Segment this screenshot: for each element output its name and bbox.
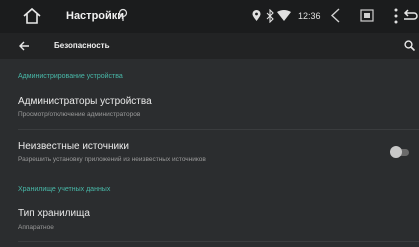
toolbar: Безопасность <box>0 33 419 59</box>
item-title: Неизвестные источники <box>18 141 130 152</box>
pin-icon <box>118 8 128 22</box>
home-icon[interactable] <box>22 7 42 25</box>
section-header-credential-storage: Хранилище учетных данных <box>18 186 111 193</box>
item-title: Тип хранилища <box>18 208 90 219</box>
divider <box>18 241 419 242</box>
item-subtitle: Просмотр/отключение администраторов <box>18 111 141 118</box>
arrow-back-icon[interactable] <box>18 40 30 52</box>
status-bar: Настройки 12:36 <box>0 0 419 33</box>
window-icon[interactable] <box>360 9 374 22</box>
location-icon <box>252 10 261 22</box>
more-vert-icon[interactable] <box>394 8 398 24</box>
app-title: Настройки <box>66 10 125 22</box>
divider <box>18 129 419 130</box>
back-arrow-icon[interactable] <box>402 8 418 24</box>
page-title: Безопасность <box>54 41 110 50</box>
item-subtitle: Аппаратное <box>18 224 54 231</box>
clock: 12:36 <box>298 11 321 21</box>
volume-icon[interactable] <box>329 8 341 23</box>
toggle-thumb <box>390 146 402 158</box>
item-title: Администраторы устройства <box>18 96 152 107</box>
section-header-device-admin: Администрирование устройства <box>18 73 123 80</box>
item-subtitle: Разрешить установку приложений из неизве… <box>18 156 206 163</box>
search-icon[interactable] <box>404 40 415 51</box>
wifi-icon <box>277 10 291 22</box>
bluetooth-icon <box>266 9 274 23</box>
